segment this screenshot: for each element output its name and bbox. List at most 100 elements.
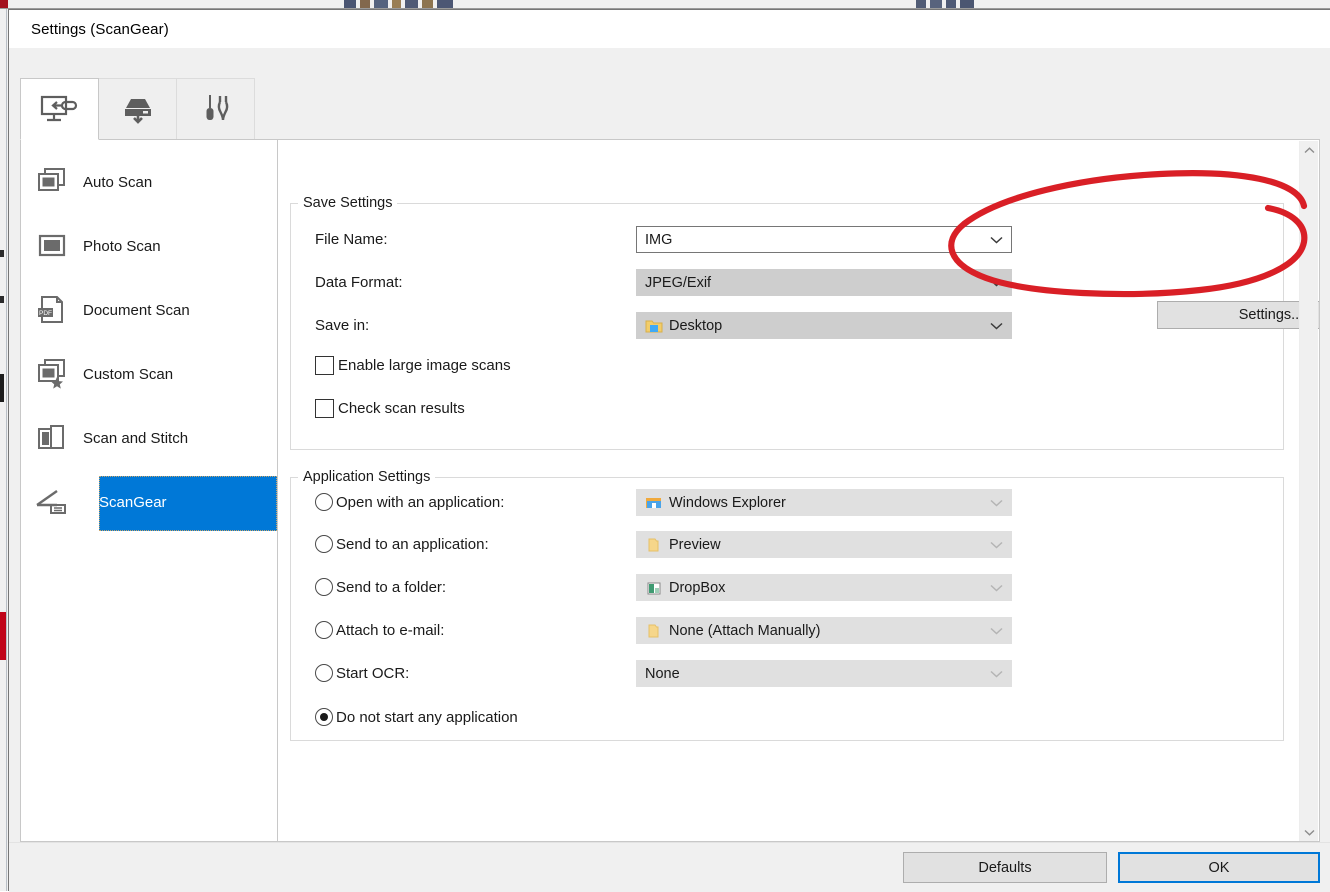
- settings-button-label: Settings...: [1239, 307, 1303, 323]
- sidebar-item-scan-and-stitch[interactable]: Scan and Stitch: [21, 406, 277, 470]
- desktop-folder-icon: [645, 318, 663, 334]
- sidebar-item-auto-scan[interactable]: Auto Scan: [21, 150, 277, 214]
- file-name-value: IMG: [645, 232, 672, 248]
- data-format-settings-button[interactable]: Settings...: [1157, 301, 1320, 329]
- ok-button[interactable]: OK: [1118, 852, 1320, 883]
- tab-general-settings[interactable]: [176, 78, 255, 140]
- bleed-text-fragment: [946, 0, 956, 8]
- pdf-document-icon: PDF: [21, 294, 83, 326]
- scan-stitch-icon: [21, 423, 83, 453]
- do-not-start-application-label: Do not start any application: [336, 709, 518, 726]
- start-ocr-radio[interactable]: [315, 664, 333, 682]
- chevron-down-icon: [990, 499, 1003, 507]
- bleed-text-fragment: [422, 0, 433, 8]
- sidebar-item-custom-scan[interactable]: Custom Scan: [21, 342, 277, 406]
- scrollbar-down-button[interactable]: [1300, 823, 1319, 842]
- save-settings-group: Save Settings File Name: IMG Data Format…: [290, 203, 1284, 450]
- chevron-down-icon: [990, 236, 1003, 244]
- attach-to-email-value: None (Attach Manually): [669, 623, 821, 639]
- bleed-text-fragment: [960, 0, 974, 8]
- window-title: Settings (ScanGear): [31, 21, 169, 38]
- sidebar-item-scangear[interactable]: ScanGear: [21, 470, 277, 534]
- svg-text:PDF: PDF: [39, 310, 52, 317]
- save-settings-title: Save Settings: [298, 195, 397, 211]
- auto-scan-icon: [21, 167, 83, 197]
- send-to-folder-value: DropBox: [669, 580, 725, 596]
- bleed-text-fragment: [930, 0, 942, 8]
- start-ocr-combo[interactable]: None: [636, 660, 1012, 687]
- sidebar-item-label: Auto Scan: [83, 174, 152, 191]
- bleed-left-mark: [0, 374, 4, 402]
- file-name-label: File Name:: [315, 231, 388, 248]
- bleed-text-fragment: [437, 0, 453, 8]
- dialog-body: Auto Scan Photo Scan PDF: [9, 48, 1330, 842]
- enable-large-image-scans-label: Enable large image scans: [338, 357, 511, 374]
- attach-to-email-combo[interactable]: None (Attach Manually): [636, 617, 1012, 644]
- attach-to-email-radio[interactable]: [315, 621, 333, 639]
- chevron-down-icon: [990, 322, 1003, 330]
- photo-scan-icon: [21, 231, 83, 261]
- send-to-folder-radio[interactable]: [315, 578, 333, 596]
- start-ocr-label: Start OCR:: [336, 665, 409, 682]
- sidebar-item-label: ScanGear: [99, 494, 167, 511]
- sidebar-item-label: Scan and Stitch: [83, 430, 188, 447]
- sidebar-item-label: Custom Scan: [83, 366, 173, 383]
- send-to-application-radio[interactable]: [315, 535, 333, 553]
- check-scan-results-label: Check scan results: [338, 400, 465, 417]
- save-in-value: Desktop: [669, 318, 722, 334]
- bleed-left-border: [6, 9, 7, 891]
- sidebar-item-label: Photo Scan: [83, 238, 161, 255]
- monitor-arrow-icon: [40, 94, 80, 124]
- scangear-icon: [21, 488, 83, 516]
- open-with-application-value: Windows Explorer: [669, 495, 786, 511]
- open-with-application-combo[interactable]: Windows Explorer: [636, 489, 1012, 516]
- open-with-application-radio[interactable]: [315, 493, 333, 511]
- application-settings-title: Application Settings: [298, 469, 435, 485]
- send-to-application-combo[interactable]: Preview: [636, 531, 1012, 558]
- attach-to-email-label: Attach to e-mail:: [336, 622, 444, 639]
- send-to-application-value: Preview: [669, 537, 721, 553]
- defaults-button-label: Defaults: [978, 860, 1031, 876]
- sidebar-item-document-scan[interactable]: PDF Document Scan: [21, 278, 277, 342]
- bleed-left-mark: [0, 296, 4, 303]
- ok-button-label: OK: [1209, 860, 1230, 876]
- send-to-folder-combo[interactable]: DropBox: [636, 574, 1012, 601]
- file-name-combo[interactable]: IMG: [636, 226, 1012, 253]
- data-format-combo[interactable]: JPEG/Exif: [636, 269, 1012, 296]
- data-format-value: JPEG/Exif: [645, 275, 711, 291]
- start-ocr-value: None: [645, 666, 680, 682]
- send-to-folder-label: Send to a folder:: [336, 579, 446, 596]
- settings-dialog: Settings (ScanGear): [8, 9, 1330, 891]
- enable-large-image-scans-checkbox[interactable]: [315, 356, 334, 375]
- sidebar-item-label: Document Scan: [83, 302, 190, 319]
- bleed-text-fragment: [374, 0, 388, 8]
- settings-content-pane: Save Settings File Name: IMG Data Format…: [278, 139, 1320, 842]
- content-scrollbar[interactable]: [1299, 141, 1318, 842]
- open-with-application-label: Open with an application:: [336, 494, 504, 511]
- save-in-label: Save in:: [315, 317, 369, 334]
- save-in-combo[interactable]: Desktop: [636, 312, 1012, 339]
- dialog-footer: Defaults OK: [9, 842, 1330, 892]
- dropbox-icon: [645, 580, 663, 596]
- sidebar-item-photo-scan[interactable]: Photo Scan: [21, 214, 277, 278]
- defaults-button[interactable]: Defaults: [903, 852, 1107, 883]
- application-settings-group: Application Settings Open with an applic…: [290, 477, 1284, 741]
- check-scan-results-checkbox[interactable]: [315, 399, 334, 418]
- chevron-down-icon: [990, 279, 1003, 287]
- bleed-red-corner: [0, 0, 8, 8]
- scrollbar-up-button[interactable]: [1300, 141, 1319, 160]
- scan-type-sidebar: Auto Scan Photo Scan PDF: [20, 139, 278, 842]
- do-not-start-application-radio[interactable]: [315, 708, 333, 726]
- bleed-text-fragment: [405, 0, 418, 8]
- bleed-text-fragment: [916, 0, 926, 8]
- yellow-folder-icon: [645, 537, 663, 553]
- chevron-down-icon: [990, 541, 1003, 549]
- tab-scan-from-device[interactable]: [98, 78, 177, 140]
- chevron-down-icon: [990, 627, 1003, 635]
- tab-scan-from-computer[interactable]: [20, 78, 99, 140]
- custom-scan-star-icon: [21, 358, 83, 390]
- chevron-down-icon: [990, 670, 1003, 678]
- send-to-application-label: Send to an application:: [336, 536, 489, 553]
- bleed-left-mark: [0, 250, 4, 257]
- tools-icon: [196, 93, 236, 125]
